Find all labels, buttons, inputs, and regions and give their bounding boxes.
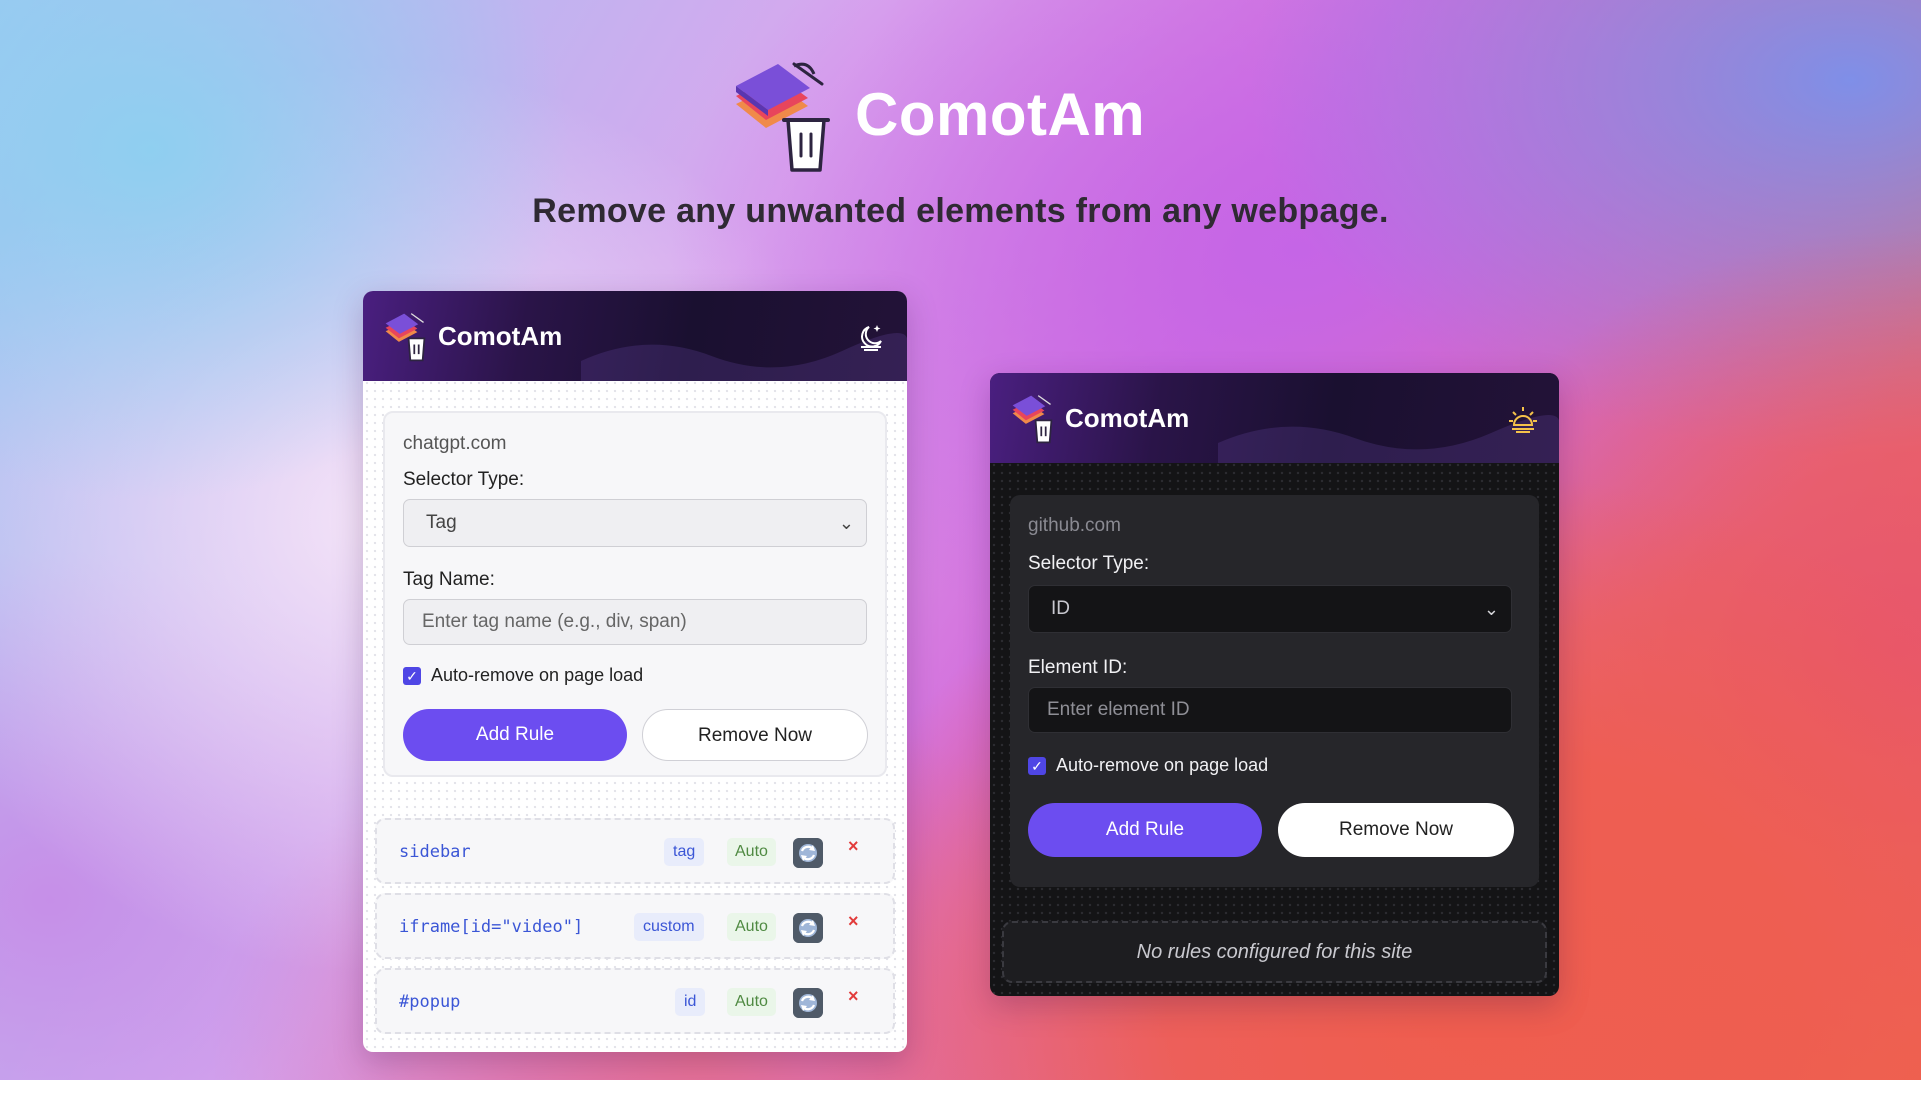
sun-icon[interactable] (1507, 403, 1539, 435)
tag-name-placeholder: Enter tag name (e.g., div, span) (422, 611, 687, 632)
rule-selector: #popup (399, 992, 461, 1012)
refresh-icon[interactable] (793, 838, 823, 868)
tag-name-label: Tag Name: (403, 569, 495, 590)
remove-now-button[interactable]: Remove Now (1278, 803, 1514, 857)
delete-rule-button[interactable]: × (848, 911, 859, 932)
comotam-logo-icon (385, 313, 426, 362)
rule-item: #popup id Auto × (375, 968, 895, 1034)
auto-remove-checkbox[interactable]: ✓ (403, 667, 421, 685)
refresh-icon[interactable] (793, 988, 823, 1018)
popup-light: ComotAm chatgpt.com Selector Type: Tag ⌄… (363, 291, 907, 1052)
selector-type-value: Tag (426, 512, 457, 533)
selector-type-value: ID (1051, 598, 1070, 619)
refresh-icon[interactable] (793, 913, 823, 943)
current-site: github.com (1028, 515, 1121, 536)
current-site: chatgpt.com (403, 433, 507, 454)
selector-type-select[interactable]: Tag ⌄ (403, 499, 867, 547)
rule-selector: sidebar (399, 842, 471, 862)
hero-tagline: Remove any unwanted elements from any we… (532, 192, 1389, 230)
rule-type-badge: tag (664, 838, 705, 866)
delete-rule-button[interactable]: × (848, 986, 859, 1007)
comotam-logo-icon (1012, 395, 1053, 444)
comotam-logo-icon (736, 62, 830, 172)
popup-app-name: ComotAm (1065, 403, 1190, 433)
hero-background: ComotAm Remove any unwanted elements fro… (0, 0, 1921, 1080)
rule-mode-badge: Auto (727, 988, 776, 1016)
rule-type-badge: custom (634, 913, 704, 941)
selector-type-select[interactable]: ID ⌄ (1028, 585, 1512, 633)
popup-header: ComotAm (990, 373, 1559, 463)
element-id-label: Element ID: (1028, 657, 1128, 678)
element-id-input[interactable]: Enter element ID (1028, 687, 1512, 733)
tag-name-input[interactable]: Enter tag name (e.g., div, span) (403, 599, 867, 645)
rule-type-badge: id (675, 988, 706, 1016)
chevron-down-icon: ⌄ (1483, 599, 1499, 619)
remove-now-button[interactable]: Remove Now (642, 709, 868, 761)
auto-remove-checkbox[interactable]: ✓ (1028, 757, 1046, 775)
moon-stars-icon[interactable] (855, 321, 887, 353)
delete-rule-button[interactable]: × (848, 836, 859, 857)
rule-form-card: chatgpt.com Selector Type: Tag ⌄ Tag Nam… (383, 411, 887, 777)
add-rule-button[interactable]: Add Rule (403, 709, 627, 761)
chevron-down-icon: ⌄ (838, 513, 854, 533)
rule-mode-badge: Auto (727, 838, 776, 866)
rule-form-card: github.com Selector Type: ID ⌄ Element I… (1010, 495, 1539, 887)
hero-title: ComotAm (855, 81, 1146, 148)
auto-remove-label: Auto-remove on page load (431, 665, 644, 685)
auto-remove-label: Auto-remove on page load (1056, 755, 1269, 775)
rule-item: iframe[id="video"] custom Auto × (375, 893, 895, 959)
rule-mode-badge: Auto (727, 913, 776, 941)
selector-type-label: Selector Type: (1028, 553, 1150, 574)
rule-selector: iframe[id="video"] (399, 917, 584, 937)
rule-item: sidebar tag Auto × (375, 818, 895, 884)
popup-dark: ComotAm github.com Selector Type: ID ⌄ E… (990, 373, 1559, 996)
element-id-placeholder: Enter element ID (1047, 699, 1190, 720)
popup-header: ComotAm (363, 291, 907, 381)
popup-app-name: ComotAm (438, 321, 563, 351)
add-rule-button[interactable]: Add Rule (1028, 803, 1262, 857)
empty-rules-message: No rules configured for this site (1002, 921, 1547, 983)
selector-type-label: Selector Type: (403, 469, 525, 490)
